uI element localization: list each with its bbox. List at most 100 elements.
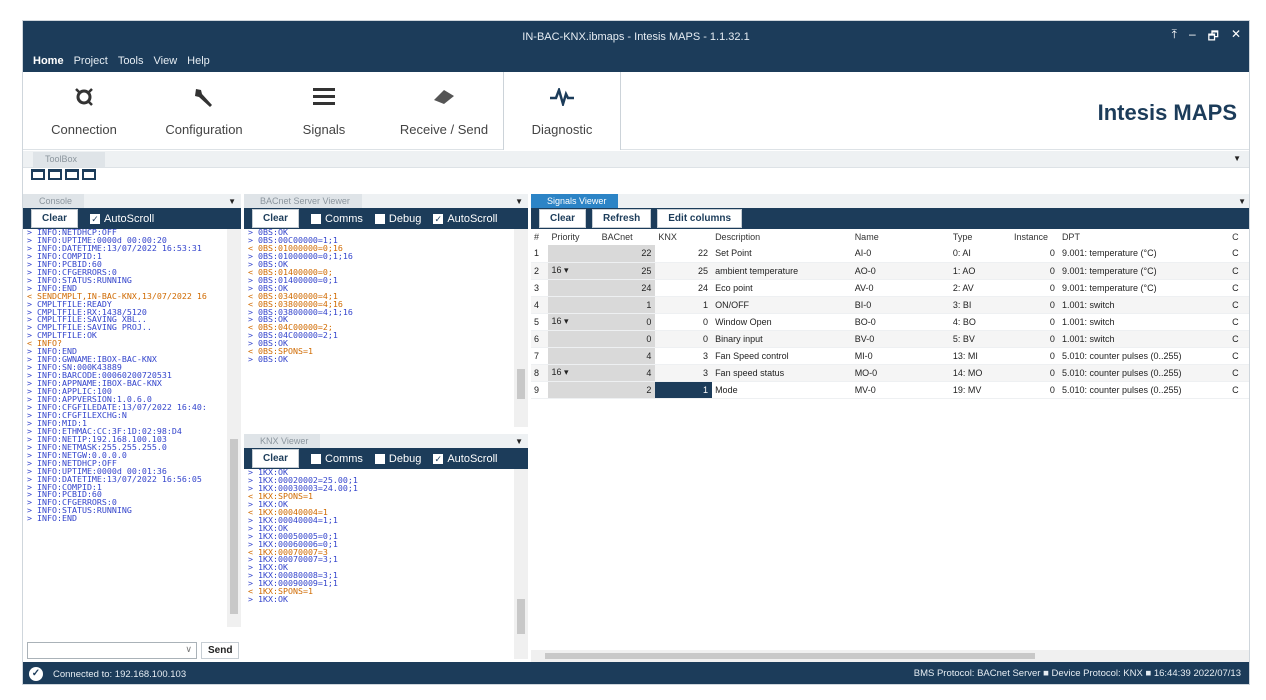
cell-bac: 0 xyxy=(598,313,656,331)
console-clear-button[interactable]: Clear xyxy=(31,209,79,228)
column-header[interactable]: Name xyxy=(852,229,950,245)
cell-dpt: 1.001: switch xyxy=(1058,296,1230,314)
check-circle-icon: ✓ xyxy=(29,667,43,681)
table-row[interactable]: 9 2 1 Mode MV-0 19: MV 0 5.010: counter pulses … xyxy=(531,381,1249,399)
toolbox-tab[interactable]: ToolBox xyxy=(33,152,105,167)
send-button[interactable]: Send xyxy=(201,641,240,659)
column-header[interactable]: # xyxy=(531,229,548,245)
knx-tab[interactable]: KNX Viewer xyxy=(244,434,321,448)
menu-tools[interactable]: Tools xyxy=(118,55,144,67)
column-header[interactable]: Priority xyxy=(548,229,598,245)
signals-tab[interactable]: Signals Viewer xyxy=(531,194,619,208)
bacnet-comms-checkbox[interactable]: Comms xyxy=(311,213,363,225)
knx-scrollbar[interactable] xyxy=(514,469,528,659)
column-header[interactable]: DPT xyxy=(1059,229,1229,245)
table-row[interactable]: 3 24 24 Eco point AV-0 2: AV 0 9.001: temperatu… xyxy=(531,279,1249,297)
layout-four-icon[interactable] xyxy=(82,169,96,180)
layout-three-icon[interactable] xyxy=(65,169,79,180)
bacnet-autoscroll-checkbox[interactable]: ✓ AutoScroll xyxy=(433,213,497,225)
command-input[interactable]: ∨ xyxy=(27,641,197,659)
ribbon-configuration[interactable]: Configuration xyxy=(145,72,263,150)
knx-comms-checkbox[interactable]: Comms xyxy=(311,453,363,465)
table-row[interactable]: 4 1 1 ON/OFF BI-0 3: BI 0 1.001: switch C xyxy=(531,296,1249,314)
cell-bac: 22 xyxy=(598,245,656,263)
cell-knx: 22 xyxy=(655,245,713,263)
restore-button[interactable]: 🗗 xyxy=(1208,27,1219,48)
chevron-down-icon[interactable]: ▼ xyxy=(515,437,523,446)
table-row[interactable]: 8 16 ▾ 4 3 Fan speed status MO-0 14: MO 0 5.010:… xyxy=(531,364,1249,382)
column-header[interactable]: Description xyxy=(712,229,852,245)
chevron-down-icon[interactable]: ∨ xyxy=(185,644,192,655)
cell-c: C xyxy=(1229,330,1249,348)
check-icon: ✓ xyxy=(90,213,101,224)
cell-inst: 0 xyxy=(1010,279,1059,297)
menu-project[interactable]: Project xyxy=(74,55,108,67)
cell-desc: Eco point xyxy=(712,279,852,297)
bacnet-log: > 0BS:OK > 0BS:00C00000=1;1 < 0BS:01000000… xyxy=(244,229,512,427)
cell-prio[interactable]: 16 ▾ xyxy=(548,364,599,382)
cell-prio xyxy=(548,381,599,399)
cell-inst: 0 xyxy=(1010,347,1059,365)
column-header[interactable]: KNX xyxy=(655,229,712,245)
bacnet-pane: BACnet Server Viewer ▼ Clear Comms Debug … xyxy=(244,194,528,429)
table-row[interactable]: 1 22 22 Set Point AI-0 0: AI 0 9.001: temperatu… xyxy=(531,245,1249,263)
table-row[interactable]: 7 4 3 Fan Speed control MI-0 13: MI 0 5.010: co… xyxy=(531,347,1249,365)
layout-one-icon[interactable] xyxy=(31,169,45,180)
chevron-down-icon[interactable]: ▼ xyxy=(228,197,236,206)
cell-n: 8 xyxy=(531,364,549,382)
bacnet-debug-checkbox[interactable]: Debug xyxy=(374,212,422,225)
console-tab[interactable]: Console xyxy=(23,194,85,208)
column-header[interactable]: BACnet xyxy=(599,229,656,245)
column-header[interactable]: Instance xyxy=(1011,229,1059,245)
chevron-down-icon[interactable]: ▼ xyxy=(1238,197,1246,206)
column-header[interactable]: C xyxy=(1229,229,1249,245)
cell-prio xyxy=(548,296,599,314)
knx-clear-button[interactable]: Clear xyxy=(252,449,300,468)
cell-knx: 3 xyxy=(655,347,713,365)
log-line: > 1KX:OK xyxy=(248,594,288,605)
ribbon-receive-send[interactable]: Receive / Send xyxy=(385,72,503,150)
minimize-button[interactable]: – xyxy=(1189,27,1196,48)
signals-hscrollbar[interactable] xyxy=(531,650,1249,662)
cell-desc: Window Open xyxy=(712,313,852,331)
bacnet-tab[interactable]: BACnet Server Viewer xyxy=(244,194,362,208)
close-button[interactable]: ✕ xyxy=(1231,27,1241,48)
list-icon xyxy=(313,88,335,105)
column-header[interactable]: Type xyxy=(950,229,1011,245)
menu-view[interactable]: View xyxy=(154,55,178,67)
comms-label: Comms xyxy=(325,212,363,225)
window-controls: ⤒ – 🗗 ✕ xyxy=(1172,27,1241,48)
cell-n: 7 xyxy=(531,347,549,365)
cell-n: 2 xyxy=(531,262,549,280)
console-scrollbar[interactable] xyxy=(227,229,241,627)
chevron-down-icon[interactable]: ▼ xyxy=(1233,154,1241,163)
brand-logo: Intesis MAPS xyxy=(1097,100,1237,125)
cell-prio[interactable]: 16 ▾ xyxy=(548,262,599,280)
signals-clear-button[interactable]: Clear xyxy=(539,209,587,228)
ribbon-signals[interactable]: Signals xyxy=(263,72,385,150)
ribbon-diagnostic[interactable]: Diagnostic xyxy=(503,72,621,150)
knx-debug-checkbox[interactable]: Debug xyxy=(374,453,421,465)
edit-columns-button[interactable]: Edit columns xyxy=(657,209,743,228)
refresh-button[interactable]: Refresh xyxy=(592,209,652,228)
upload-icon[interactable]: ⤒ xyxy=(1172,27,1177,48)
table-row[interactable]: 6 0 0 Binary input BV-0 5: BV 0 1.001: switch C xyxy=(531,330,1249,348)
console-autoscroll-checkbox[interactable]: ✓ AutoScroll xyxy=(90,213,154,225)
cell-desc: ON/OFF xyxy=(712,296,852,314)
ribbon-connection[interactable]: Connection xyxy=(23,72,145,150)
menu-help[interactable]: Help xyxy=(187,55,210,67)
bacnet-clear-button[interactable]: Clear xyxy=(252,209,300,228)
table-row[interactable]: 2 16 ▾ 25 25 ambient temperature AO-0 1: AO 0 9.… xyxy=(531,262,1249,280)
menu-home[interactable]: Home xyxy=(33,55,64,67)
debug-label: Debug xyxy=(388,212,422,225)
layout-two-icon[interactable] xyxy=(48,169,62,180)
connection-status: Connected to: 192.168.100.103 xyxy=(53,668,187,680)
chevron-down-icon[interactable]: ▼ xyxy=(515,197,523,206)
bacnet-scrollbar[interactable] xyxy=(514,229,528,427)
cell-name: MI-0 xyxy=(851,347,950,365)
knx-autoscroll-checkbox[interactable]: ✓ AutoScroll xyxy=(433,453,497,465)
table-row[interactable]: 5 16 ▾ 0 0 Window Open BO-0 4: BO 0 1.001: switc… xyxy=(531,313,1249,331)
cell-type: 13: MI xyxy=(949,347,1011,365)
cell-prio[interactable]: 16 ▾ xyxy=(548,313,599,331)
cell-name: MO-0 xyxy=(851,364,950,382)
